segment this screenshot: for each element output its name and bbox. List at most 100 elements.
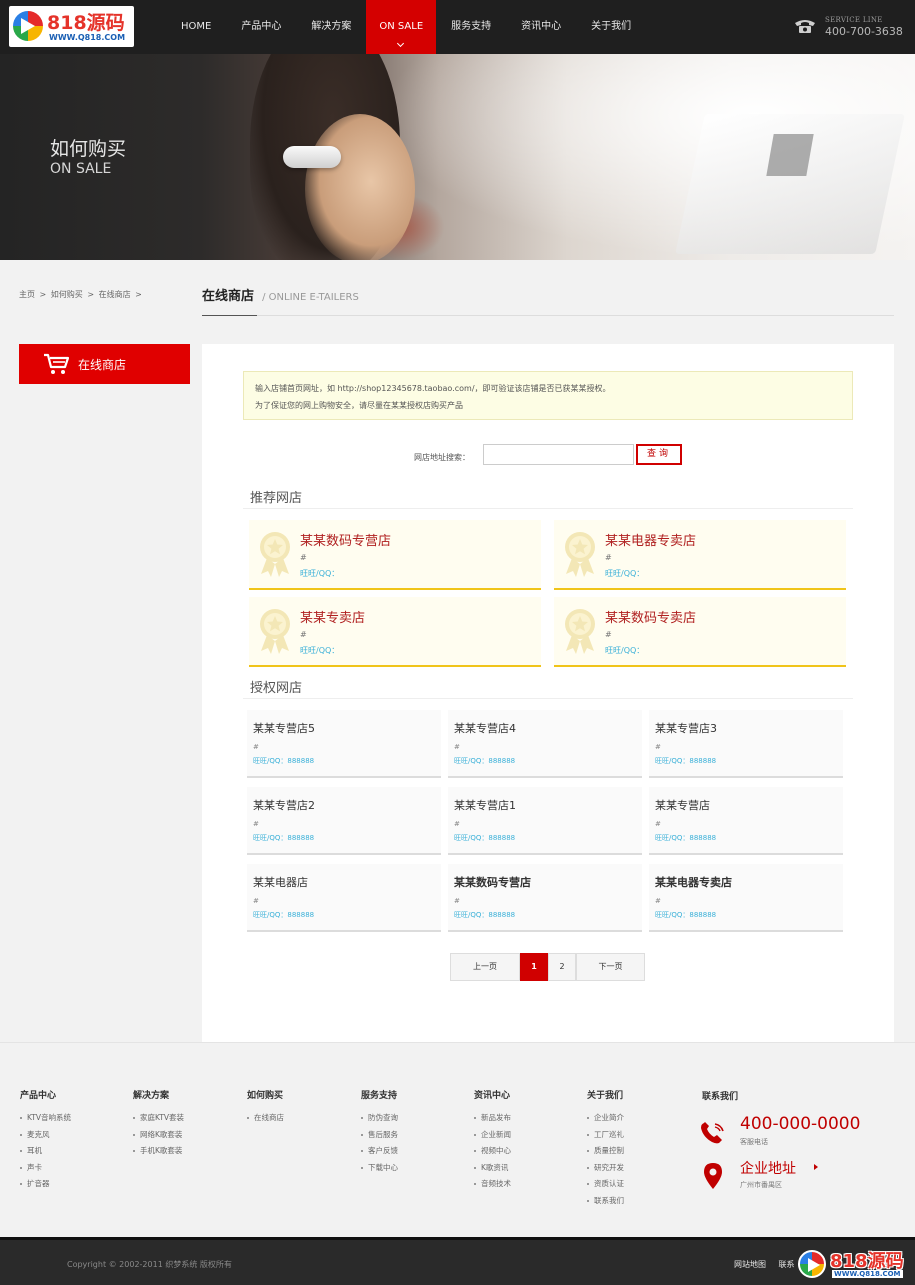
recommended-store-card[interactable]: 某某专卖店 # 旺旺/QQ： bbox=[249, 597, 541, 667]
footer-column-title[interactable]: 如何购买 bbox=[247, 1088, 284, 1101]
footer-column-title[interactable]: 产品中心 bbox=[20, 1088, 71, 1101]
footer-link[interactable]: 麦克风 bbox=[20, 1127, 71, 1144]
store-url[interactable]: # bbox=[253, 743, 259, 751]
nav-products[interactable]: 产品中心 bbox=[226, 0, 296, 54]
authorized-store-card[interactable]: 某某专营店3 # 旺旺/QQ：888888 bbox=[649, 710, 843, 778]
footer-link[interactable]: 售后服务 bbox=[361, 1127, 398, 1144]
footer-column-about: 关于我们 企业简介 工厂巡礼 质量控制 研究开发 资质认证 联系我们 bbox=[587, 1088, 624, 1209]
store-name[interactable]: 某某专营店2 bbox=[253, 797, 315, 813]
recommended-store-card[interactable]: 某某电器专卖店 # 旺旺/QQ： bbox=[554, 520, 846, 590]
footer-link[interactable]: 家庭KTV套装 bbox=[133, 1110, 184, 1127]
prev-page-button[interactable]: 上一页 bbox=[450, 953, 520, 981]
store-name[interactable]: 某某专营店3 bbox=[655, 720, 717, 736]
footer-link[interactable]: K歌资讯 bbox=[474, 1160, 511, 1177]
store-url[interactable]: # bbox=[253, 820, 259, 828]
store-url[interactable]: # bbox=[300, 553, 307, 562]
page-2-button[interactable]: 2 bbox=[548, 953, 576, 981]
store-name[interactable]: 某某专营店1 bbox=[454, 797, 516, 813]
contact-title: 联系我们 bbox=[702, 1092, 739, 1102]
store-name[interactable]: 某某专卖店 bbox=[300, 607, 365, 626]
footer-link[interactable]: 扩音器 bbox=[20, 1176, 71, 1193]
footer-link[interactable]: 视频中心 bbox=[474, 1143, 511, 1160]
store-url[interactable]: # bbox=[605, 553, 612, 562]
footer-link[interactable]: 防伪查询 bbox=[361, 1110, 398, 1127]
store-name[interactable]: 某某数码专营店 bbox=[454, 874, 531, 890]
recommended-store-card[interactable]: 某某数码专卖店 # 旺旺/QQ： bbox=[554, 597, 846, 667]
store-qq: 旺旺/QQ：888888 bbox=[454, 911, 516, 919]
footer-column-title[interactable]: 关于我们 bbox=[587, 1088, 624, 1101]
store-name[interactable]: 某某专营店5 bbox=[253, 720, 315, 736]
nav-news[interactable]: 资讯中心 bbox=[506, 0, 576, 54]
store-url[interactable]: # bbox=[454, 743, 460, 751]
site-logo[interactable]: 818源码 WWW.Q818.COM bbox=[9, 6, 134, 47]
footer-column-title[interactable]: 服务支持 bbox=[361, 1088, 398, 1101]
page-1-button[interactable]: 1 bbox=[520, 953, 548, 981]
footer-column-title[interactable]: 资讯中心 bbox=[474, 1088, 511, 1101]
authorized-store-card[interactable]: 某某电器专卖店 # 旺旺/QQ：888888 bbox=[649, 864, 843, 932]
authorized-store-card[interactable]: 某某专营店5 # 旺旺/QQ：888888 bbox=[247, 710, 441, 778]
authorized-store-card[interactable]: 某某专营店 # 旺旺/QQ：888888 bbox=[649, 787, 843, 855]
store-name[interactable]: 某某专营店4 bbox=[454, 720, 516, 736]
nav-on-sale[interactable]: ON SALE bbox=[366, 0, 437, 54]
footer-link[interactable]: 手机K歌套装 bbox=[133, 1143, 184, 1160]
contact-link[interactable]: 联系 bbox=[779, 1260, 795, 1269]
store-name[interactable]: 某某电器店 bbox=[253, 874, 308, 890]
store-url[interactable]: # bbox=[605, 630, 612, 639]
footer-link[interactable]: 工厂巡礼 bbox=[587, 1127, 624, 1144]
footer-link[interactable]: 耳机 bbox=[20, 1143, 71, 1160]
location-pin-icon bbox=[704, 1163, 722, 1189]
contact-phone[interactable]: 400-000-0000 bbox=[740, 1114, 860, 1134]
sitemap-link[interactable]: 网站地图 bbox=[734, 1260, 766, 1269]
store-name[interactable]: 某某数码专营店 bbox=[300, 530, 391, 549]
store-url[interactable]: # bbox=[655, 820, 661, 828]
footer-link[interactable]: 资质认证 bbox=[587, 1176, 624, 1193]
store-name[interactable]: 某某电器专卖店 bbox=[605, 530, 696, 549]
footer-column-title[interactable]: 解决方案 bbox=[133, 1088, 184, 1101]
store-url[interactable]: # bbox=[655, 897, 661, 905]
footer-link[interactable]: 音频技术 bbox=[474, 1176, 511, 1193]
arrow-right-icon[interactable] bbox=[814, 1164, 818, 1170]
footer-link[interactable]: 质量控制 bbox=[587, 1143, 624, 1160]
authorized-store-card[interactable]: 某某专营店2 # 旺旺/QQ：888888 bbox=[247, 787, 441, 855]
search-button[interactable]: 查询 bbox=[636, 444, 682, 465]
store-name[interactable]: 某某电器专卖店 bbox=[655, 874, 732, 890]
footer-link[interactable]: KTV音响系统 bbox=[20, 1110, 71, 1127]
store-name[interactable]: 某某数码专卖店 bbox=[605, 607, 696, 626]
footer-link[interactable]: 声卡 bbox=[20, 1160, 71, 1177]
sidebar-item-online-store[interactable]: 在线商店 bbox=[19, 344, 190, 384]
footer-link[interactable]: 联系我们 bbox=[587, 1193, 624, 1210]
footer-link[interactable]: 下载中心 bbox=[361, 1160, 398, 1177]
store-url[interactable]: # bbox=[454, 820, 460, 828]
authorized-store-card[interactable]: 某某电器店 # 旺旺/QQ：888888 bbox=[247, 864, 441, 932]
authorized-store-card[interactable]: 某某专营店1 # 旺旺/QQ：888888 bbox=[448, 787, 642, 855]
footer-link[interactable]: 新品发布 bbox=[474, 1110, 511, 1127]
store-url[interactable]: # bbox=[655, 743, 661, 751]
footer-link[interactable]: 客户反馈 bbox=[361, 1143, 398, 1160]
nav-home[interactable]: HOME bbox=[166, 0, 226, 54]
store-url[interactable]: # bbox=[253, 897, 259, 905]
store-url[interactable]: # bbox=[300, 630, 307, 639]
hero-banner: 如何购买 ON SALE bbox=[0, 54, 915, 260]
breadcrumb-how-to-buy[interactable]: 如何购买 bbox=[51, 290, 83, 299]
authorized-store-card[interactable]: 某某数码专营店 # 旺旺/QQ：888888 bbox=[448, 864, 642, 932]
footer-link[interactable]: 网络K歌套装 bbox=[133, 1127, 184, 1144]
phone-handset-icon bbox=[701, 1122, 724, 1144]
breadcrumb-home[interactable]: 主页 bbox=[19, 290, 35, 299]
breadcrumb-online-store[interactable]: 在线商店 bbox=[99, 290, 131, 299]
store-url[interactable]: # bbox=[454, 897, 460, 905]
footer-link[interactable]: 在线商店 bbox=[247, 1110, 284, 1127]
footer-link[interactable]: 企业简介 bbox=[587, 1110, 624, 1127]
nav-solutions[interactable]: 解决方案 bbox=[296, 0, 366, 54]
next-page-button[interactable]: 下一页 bbox=[576, 953, 645, 981]
store-name[interactable]: 某某专营店 bbox=[655, 797, 710, 813]
notice-line: 输入店铺首页网址，如 http://shop12345678.taobao.co… bbox=[255, 384, 611, 393]
breadcrumb-separator: > bbox=[39, 290, 47, 299]
store-url-search-input[interactable] bbox=[483, 444, 634, 465]
nav-about[interactable]: 关于我们 bbox=[576, 0, 646, 54]
contact-address-title[interactable]: 企业地址 bbox=[740, 1158, 796, 1178]
footer-link[interactable]: 研究开发 bbox=[587, 1160, 624, 1177]
footer-link[interactable]: 企业新闻 bbox=[474, 1127, 511, 1144]
nav-support[interactable]: 服务支持 bbox=[436, 0, 506, 54]
recommended-store-card[interactable]: 某某数码专营店 # 旺旺/QQ： bbox=[249, 520, 541, 590]
authorized-store-card[interactable]: 某某专营店4 # 旺旺/QQ：888888 bbox=[448, 710, 642, 778]
